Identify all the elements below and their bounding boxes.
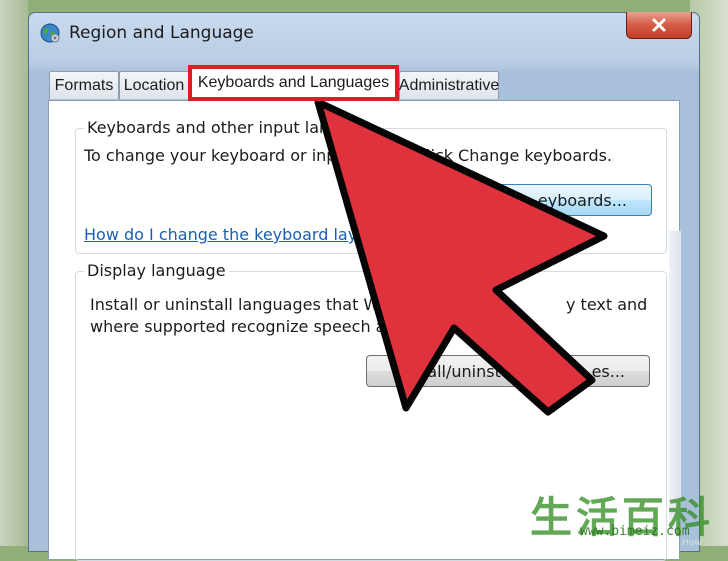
keyboards-description-tail: lick Change keyboards. <box>426 146 613 165</box>
keyboards-group: Keyboards and other input langu To chang… <box>75 118 667 254</box>
close-button[interactable] <box>626 12 692 39</box>
display-language-group-label: Display language <box>84 261 229 280</box>
watermark-url: www.bimeiz.com <box>580 524 690 539</box>
install-button-label-right: es... <box>591 361 625 381</box>
region-language-dialog: Region and Language Formats Location Key… <box>28 12 700 561</box>
display-language-line-1: Install or uninstall languages that Wind <box>90 295 404 314</box>
keyboards-description: To change your keyboard or inpu <box>84 146 347 165</box>
watermark-tag: How <box>682 538 702 548</box>
display-language-line-2: where supported recognize speech and <box>90 317 406 336</box>
keyboards-group-label: Keyboards and other input langu <box>84 118 353 137</box>
install-uninstall-languages-button[interactable]: tall/uninst es... <box>366 355 650 387</box>
globe-icon <box>40 23 60 43</box>
desktop-background-left <box>0 0 28 546</box>
watermark: 生活百科 www.bimeiz.com How <box>522 484 728 548</box>
change-keyboards-button-label: eyboards... <box>537 190 627 210</box>
tab-keyboards-and-languages[interactable]: Keyboards and Languages <box>188 65 399 101</box>
tab-location[interactable]: Location <box>119 71 189 99</box>
display-language-line-1-tail: y text and <box>566 295 648 314</box>
close-icon <box>652 18 666 32</box>
window-title: Region and Language <box>69 23 254 43</box>
tab-administrative[interactable]: Administrative <box>399 71 499 99</box>
change-keyboards-button[interactable]: eyboards... <box>396 184 652 216</box>
tab-formats[interactable]: Formats <box>49 71 119 99</box>
display-language-line-2-tail: g <box>456 317 467 336</box>
keyboard-layout-help-link[interactable]: How do I change the keyboard layou <box>84 225 377 244</box>
install-button-label-left: tall/uninst <box>421 361 501 381</box>
